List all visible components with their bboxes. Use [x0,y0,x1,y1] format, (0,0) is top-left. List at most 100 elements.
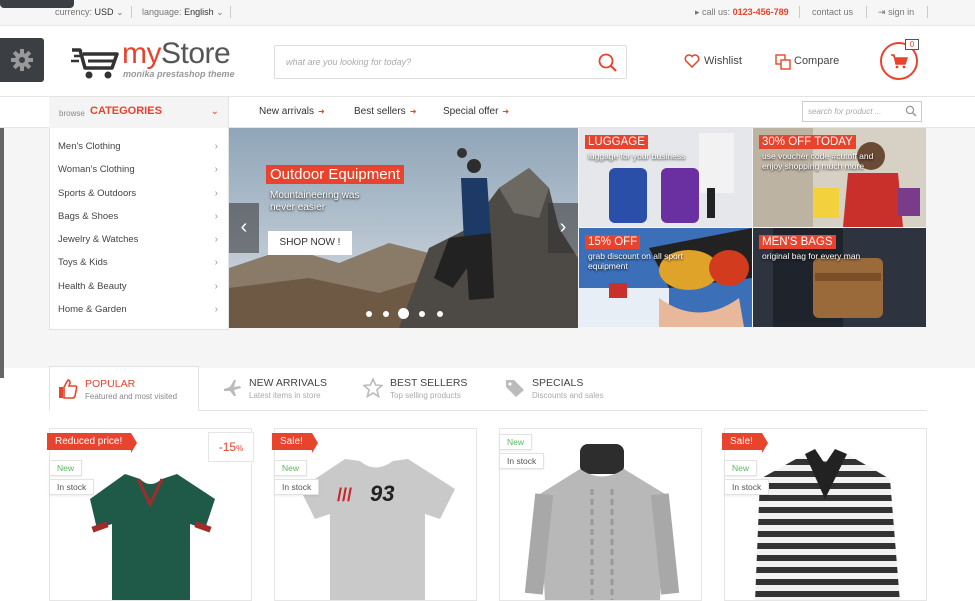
browse-label: browse [59,109,85,118]
sidebar-item-health-beauty[interactable]: Health & Beauty › [58,281,218,292]
divider [230,6,231,18]
chevron-right-icon: › [214,304,218,315]
in-stock-tag: In stock [274,479,320,495]
chevron-right-icon: › [214,164,218,175]
sale-ribbon: Sale! [272,433,318,453]
arrow-right-icon: ➜ [318,107,325,116]
chevron-right-icon: › [214,188,218,199]
chevron-right-icon: › [214,141,218,152]
language-selector[interactable]: language: English ⌄ [142,7,224,18]
new-tag: New [499,434,533,450]
tab-subtitle: Latest items in store [249,391,321,400]
categories-label: CATEGORIES [90,105,162,117]
categories-dropdown[interactable]: browse CATEGORIES ⌄ [49,97,229,128]
chevron-right-icon: › [214,234,218,245]
logo-tagline: monika prestashop theme [123,69,235,79]
logo-cart-icon[interactable] [70,42,120,80]
nav-special-offer[interactable]: Special offer ➜ [443,106,509,117]
chevron-right-icon: › [214,211,218,222]
sidebar-item-sports-outdoors[interactable]: Sports & Outdoors › [58,188,218,199]
banner-subtitle: luggage for your business [588,151,686,161]
slide-subtitle: Mountaineering was never easier [270,190,360,213]
slider-next-button[interactable]: › [548,203,578,253]
logo[interactable]: myStore [122,37,231,71]
left-edge-handle [0,128,4,378]
currency-selector[interactable]: currency: USD ⌄ [55,7,124,18]
phone-icon: ▸ [695,7,700,17]
hero-slider[interactable] [229,128,578,328]
tag-icon [506,380,524,397]
chevron-right-icon: › [214,257,218,268]
contact-us-link[interactable]: contact us [812,7,853,17]
product-card[interactable]: /// 93 [274,428,477,601]
banner-subtitle: use voucher code #cutoff and enjoy shopp… [762,151,874,171]
tab-specials[interactable]: SPECIALS Discounts and sales [497,366,637,411]
banner-title: MEN'S BAGS [759,235,836,249]
chevron-down-icon: ⌄ [210,106,219,117]
banner-15-off[interactable]: 15% OFF grab discount on all sport equip… [579,228,752,327]
in-stock-tag: In stock [49,479,95,495]
thumbs-up-icon [59,379,78,399]
sidebar-item-toys-kids[interactable]: Toys & Kids › [58,257,218,268]
banner-30-off[interactable]: 30% OFF TODAY use voucher code #cutoff a… [753,128,926,227]
svg-text:93: 93 [370,481,394,506]
sidebar-item-home-garden[interactable]: Home & Garden › [58,304,218,315]
nav-best-sellers[interactable]: Best sellers ➜ [354,106,416,117]
new-tag: New [274,460,308,476]
search-icon[interactable] [598,53,618,73]
search-input[interactable]: what are you looking for today? [274,45,627,79]
new-tag: New [49,460,83,476]
sidebar-item-womans-clothing[interactable]: Woman's Clothing › [58,164,218,175]
chevron-right-icon: › [559,216,567,238]
divider [799,6,800,18]
chevron-down-icon: ⌄ [116,7,124,17]
tab-title: POPULAR [85,378,136,390]
tab-title: BEST SELLERS [390,377,468,389]
new-tag: New [724,460,758,476]
tab-new-arrivals[interactable]: NEW ARRIVALS Latest items in store [214,366,354,411]
slider-dot[interactable] [366,311,372,317]
banner-title: 30% OFF TODAY [759,135,856,149]
compare-icon[interactable] [775,54,791,70]
heart-icon[interactable] [684,54,700,68]
settings-panel-toggle[interactable] [0,38,44,82]
slide-title: Outdoor Equipment [266,165,405,184]
slider-dot[interactable] [383,311,389,317]
banner-subtitle: original bag for every man [762,251,861,261]
chevron-left-icon: ‹ [240,216,248,238]
compare-link[interactable]: Compare [794,55,839,67]
sidebar-item-mens-clothing[interactable]: Men's Clothing › [58,141,218,152]
slider-prev-button[interactable]: ‹ [229,203,259,253]
shop-now-button[interactable]: SHOP NOW ! [268,231,352,255]
tab-popular[interactable]: POPULAR Featured and most visited [49,366,199,411]
banner-mens-bags[interactable]: MEN'S BAGS original bag for every man [753,228,926,327]
tab-subtitle: Top selling products [390,391,461,400]
arrow-right-icon: ➜ [409,107,417,116]
airplane-icon [224,380,241,396]
search-placeholder: what are you looking for today? [286,57,412,67]
divider [131,6,132,18]
slider-dot-active[interactable] [398,308,409,319]
product-search-input[interactable]: search for product ... [802,101,922,122]
banner-title: LUGGAGE [585,135,648,149]
sidebar-item-jewelry-watches[interactable]: Jewelry & Watches › [58,234,218,245]
sign-in-icon: ⇥ [878,7,886,17]
chevron-right-icon: › [214,281,218,292]
banner-title: 15% OFF [585,235,641,249]
sidebar-item-bags-shoes[interactable]: Bags & Shoes › [58,211,218,222]
slider-dot[interactable] [419,311,425,317]
wishlist-link[interactable]: Wishlist [704,55,742,67]
product-card[interactable] [724,428,927,601]
reduced-price-ribbon: Reduced price! [47,433,138,453]
divider [927,6,928,18]
tab-best-sellers[interactable]: BEST SELLERS Top selling products [355,366,495,411]
product-image: /// 93 [300,459,455,600]
tab-subtitle: Discounts and sales [532,391,604,400]
tab-subtitle: Featured and most visited [85,392,178,401]
search-icon[interactable] [905,105,917,117]
nav-new-arrivals[interactable]: New arrivals ➜ [259,106,325,117]
sign-in-link[interactable]: ⇥ sign in [878,7,914,18]
banner-luggage[interactable]: LUGGAGE luggage for your business [579,128,752,227]
tab-title: SPECIALS [532,377,584,389]
slider-dot[interactable] [437,311,443,317]
